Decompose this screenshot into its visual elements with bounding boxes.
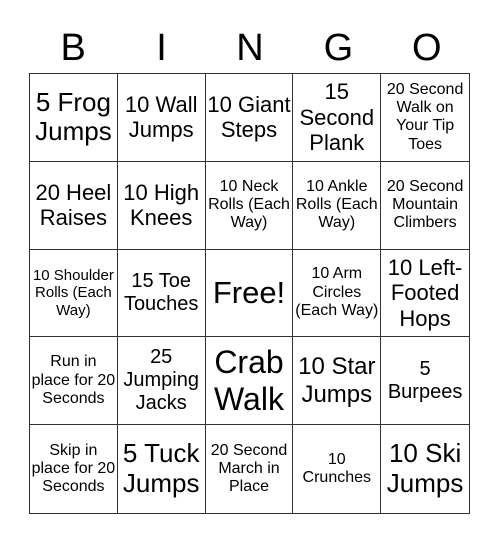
bingo-cell[interactable]: 10 Crunches — [293, 425, 382, 513]
header-letter-g: G — [323, 27, 354, 69]
bingo-cell[interactable]: 5 Burpees — [381, 337, 469, 426]
bingo-cell[interactable]: 5 Tuck Jumps — [118, 425, 206, 513]
bingo-cell[interactable]: 20 Second Walk on Your Tip Toes — [381, 74, 469, 162]
bingo-cell[interactable]: 10 Neck Rolls (Each Way) — [205, 161, 294, 250]
bingo-cell[interactable]: 10 Wall Jumps — [117, 74, 206, 162]
bingo-cell[interactable]: 10 Ski Jumps — [381, 425, 469, 513]
bingo-cell[interactable]: 10 Giant Steps — [205, 74, 294, 162]
bingo-cell[interactable]: Free! — [205, 249, 294, 338]
bingo-cell[interactable]: Skip in place for 20 Seconds — [30, 425, 118, 513]
bingo-cell[interactable]: 10 High Knees — [117, 161, 206, 250]
header-letter-i: I — [156, 27, 167, 69]
header-letter-n: N — [236, 27, 264, 69]
bingo-cell[interactable]: Run in place for 20 Seconds — [30, 337, 118, 426]
bingo-cell[interactable]: 5 Frog Jumps — [30, 74, 118, 162]
header-letter-b: B — [60, 27, 86, 69]
bingo-cell[interactable]: 10 Left-Footed Hops — [381, 250, 469, 338]
bingo-cell[interactable]: 20 Heel Raises — [30, 161, 118, 250]
bingo-cell[interactable]: 15 Toe Touches — [117, 249, 206, 338]
bingo-cell[interactable]: 10 Star Jumps — [293, 337, 382, 426]
bingo-cell[interactable]: 20 Second Mountain Climbers — [381, 162, 469, 250]
bingo-cell[interactable]: 20 Second March in Place — [206, 425, 294, 513]
bingo-header: B I N G O — [29, 26, 471, 70]
bingo-grid: 5 Frog Jumps 10 Wall Jumps 10 Giant Steps 1… — [29, 73, 470, 514]
bingo-cell[interactable]: 25 Jumping Jacks — [117, 337, 206, 426]
bingo-cell[interactable]: 10 Shoulder Rolls (Each Way) — [30, 249, 118, 338]
bingo-cell[interactable]: 10 Ankle Rolls (Each Way) — [293, 161, 382, 250]
bingo-cell[interactable]: 15 Second Plank — [293, 74, 382, 162]
bingo-cell[interactable]: Crab Walk — [205, 337, 294, 426]
bingo-cell[interactable]: 10 Arm Circles (Each Way) — [293, 249, 382, 338]
header-letter-o: O — [411, 27, 442, 69]
